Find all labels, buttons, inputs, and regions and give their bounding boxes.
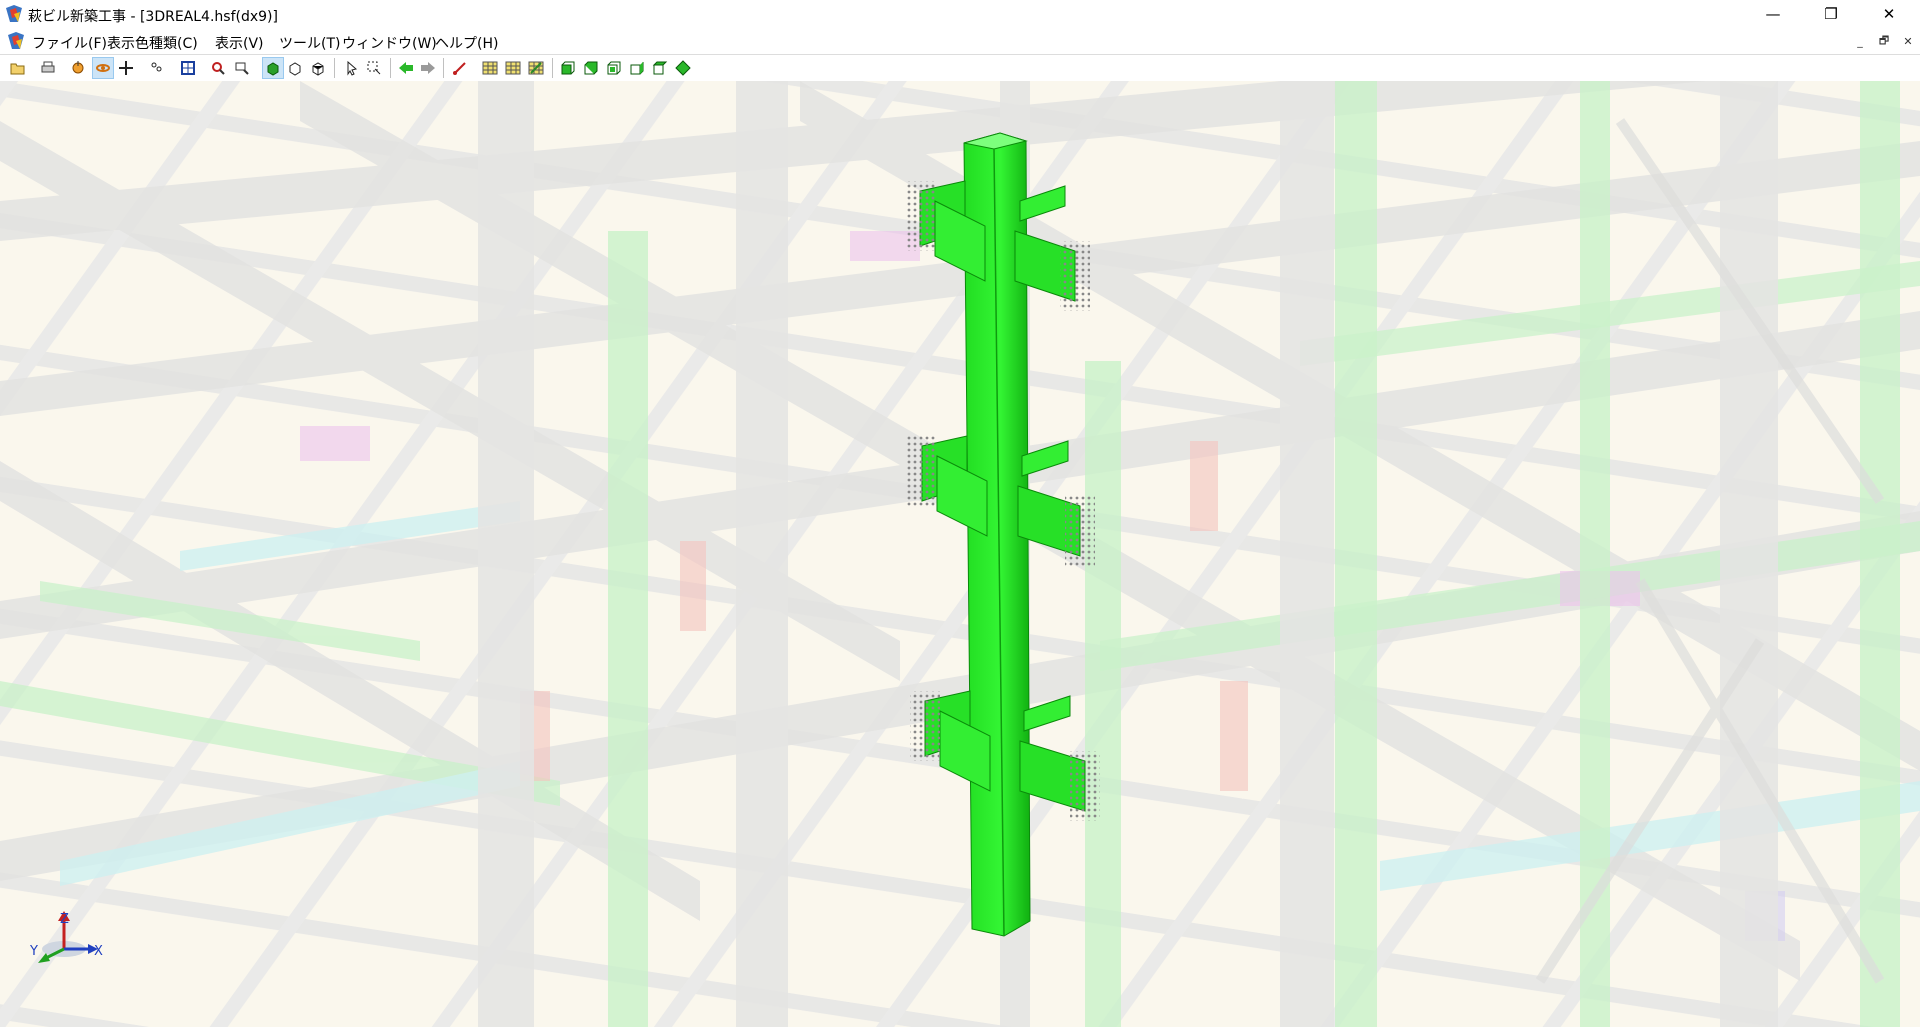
axis-z-label: Z [60, 912, 69, 927]
toolbar-separator [443, 58, 444, 78]
title-bar: 萩ビル新築工事 - [3DREAL4.hsf(dx9)] — ❐ ✕ [0, 0, 1920, 28]
select-icon[interactable] [342, 58, 362, 78]
fit-icon[interactable] [178, 58, 198, 78]
pan-icon[interactable] [116, 58, 136, 78]
mdi-close-button[interactable]: ✕ [1898, 32, 1918, 50]
maximize-button[interactable]: ❐ [1802, 0, 1860, 28]
rotate-icon[interactable] [68, 58, 88, 78]
3d-viewport[interactable]: Z X Y [0, 81, 1920, 1027]
view-front-icon[interactable] [558, 58, 578, 78]
shaded-icon[interactable] [262, 57, 284, 79]
menu-view[interactable]: 表示(V) [215, 33, 264, 53]
axis-y-label: Y [29, 944, 38, 959]
grid-1-icon[interactable] [480, 58, 500, 78]
view-left-icon[interactable] [604, 58, 624, 78]
toolbar-separator [552, 58, 553, 78]
view-top-icon[interactable] [650, 58, 670, 78]
view-iso-icon[interactable] [673, 58, 693, 78]
window-title: 萩ビル新築工事 - [3DREAL4.hsf(dx9)] [28, 9, 278, 25]
grid-3-icon[interactable] [526, 58, 546, 78]
forward-icon[interactable] [418, 58, 438, 78]
hidden-line-icon[interactable] [308, 58, 328, 78]
view-right-icon[interactable] [627, 58, 647, 78]
back-icon[interactable] [396, 58, 416, 78]
toolbar-separator [390, 58, 391, 78]
orbit-icon[interactable] [92, 57, 114, 79]
toolbar [0, 54, 1920, 82]
menu-help[interactable]: ヘルプ(H) [435, 33, 498, 53]
document-icon[interactable] [6, 31, 26, 51]
menu-display-color[interactable]: 表示色種類(C) [107, 33, 198, 53]
mdi-restore-button[interactable]: 🗗 [1874, 32, 1894, 50]
axis-x-label: X [94, 944, 103, 959]
wireframe-icon[interactable] [285, 58, 305, 78]
print-icon[interactable] [38, 58, 58, 78]
view-back-icon[interactable] [581, 58, 601, 78]
measure-icon[interactable] [450, 58, 470, 78]
close-button[interactable]: ✕ [1860, 0, 1918, 28]
toolbar-separator [334, 58, 335, 78]
minimize-button[interactable]: — [1744, 0, 1802, 28]
model-scene[interactable]: Z X Y [0, 81, 1920, 1027]
grid-2-icon[interactable] [503, 58, 523, 78]
app-logo-icon [6, 5, 22, 22]
zoom-icon[interactable] [208, 58, 228, 78]
menu-tools[interactable]: ツール(T) [279, 33, 340, 53]
zoom-window-icon[interactable] [232, 58, 252, 78]
menu-file[interactable]: ファイル(F) [32, 33, 107, 53]
select-window-icon[interactable] [364, 58, 384, 78]
mdi-minimize-button[interactable]: _ [1850, 32, 1870, 50]
menu-window[interactable]: ウィンドウ(W) [342, 33, 437, 53]
walk-icon[interactable] [146, 58, 166, 78]
menu-bar: ファイル(F) 表示色種類(C) 表示(V) ツール(T) ウィンドウ(W) ヘ… [0, 29, 1920, 53]
open-icon[interactable] [8, 58, 28, 78]
